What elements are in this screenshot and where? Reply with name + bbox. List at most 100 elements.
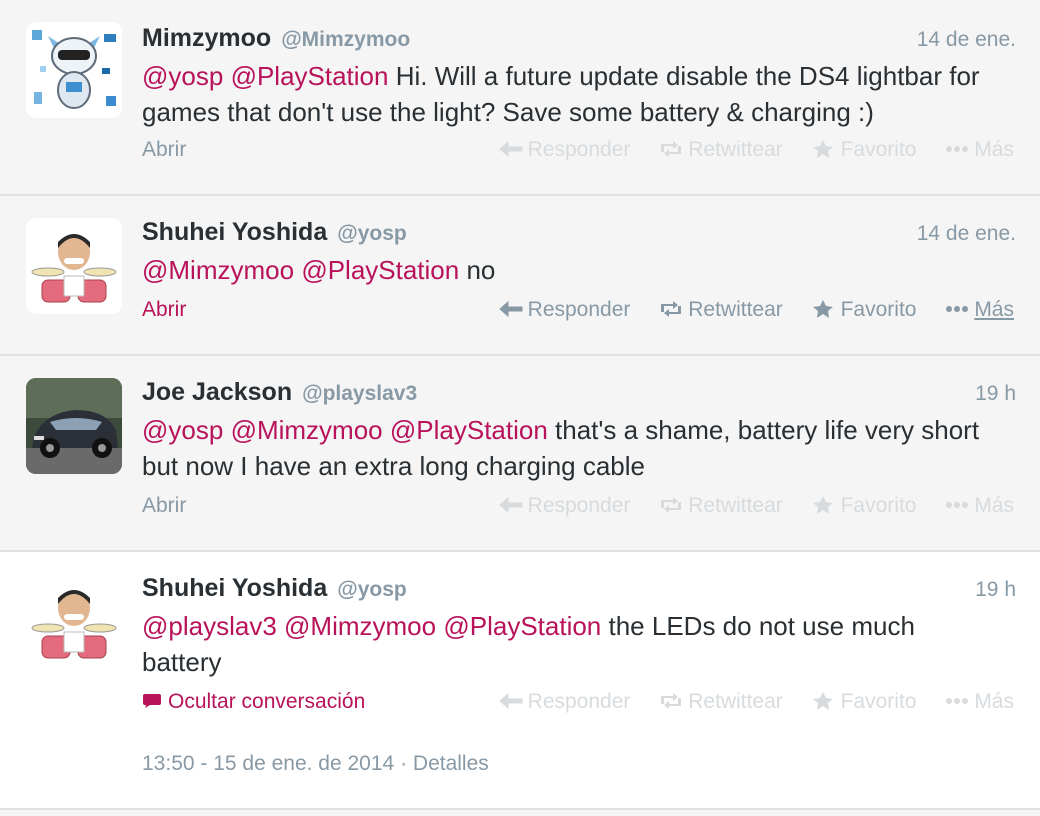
avatar-image [26,22,122,118]
more-dots-icon [946,502,969,508]
tweet-time[interactable]: 19 h [975,382,1016,406]
mention-link[interactable]: @Mimzymoo [231,415,383,445]
more-label: Más [974,494,1014,517]
mention-link[interactable]: @Mimzymoo [142,255,294,285]
author-fullname[interactable]: Joe Jackson [142,378,292,406]
author-fullname[interactable]: Shuhei Yoshida [142,218,327,246]
reply-icon [498,496,523,514]
timeline: Mimzymoo @Mimzymoo 14 de ene. @yosp @Play… [0,0,1040,816]
tweet-actions: Responder Retwittear Favorito Más [476,690,1014,714]
avatar-image [26,218,122,314]
favorite-button[interactable]: Favorito [811,138,916,162]
tweet-footer: Abrir Responder Retwittear Favorito Más [142,138,1014,168]
reply-label: Responder [527,494,631,517]
open-link[interactable]: Abrir [142,298,186,322]
reply-label: Responder [527,690,631,713]
retweet-button[interactable]: Retwittear [658,138,783,162]
star-icon [812,300,833,318]
tweet-time[interactable]: 14 de ene. [917,28,1016,52]
hide-conversation-link[interactable]: Ocultar conversación [142,690,365,714]
reply-button[interactable]: Responder [498,138,631,162]
hide-conversation-label: Ocultar conversación [168,690,366,713]
retweet-icon [661,693,682,709]
more-button[interactable]: Más [944,298,1014,322]
more-button[interactable]: Más [944,494,1014,518]
tweet-header: Shuhei Yoshida @yosp 14 de ene. [142,218,1016,254]
more-label: Más [974,690,1014,713]
mention-link[interactable]: @PlayStation [231,61,389,91]
more-dots-icon [946,146,969,152]
reply-button[interactable]: Responder [498,298,630,322]
tweet-actions: Responder Retwittear Favorito Más [476,494,1014,518]
author-username[interactable]: @playslav3 [302,382,417,405]
mention-link[interactable]: @PlayStation [443,611,601,641]
avatar[interactable] [26,22,122,118]
tweet-meta: 13:50 - 15 de ene. de 2014 · Detalles [142,752,489,776]
avatar[interactable] [26,378,122,474]
more-label: Más [974,298,1014,321]
avatar[interactable] [26,218,122,314]
avatar[interactable] [26,574,122,670]
favorite-label: Favorito [840,494,917,517]
author-fullname[interactable]: Mimzymoo [142,24,271,52]
avatar-image [26,574,122,670]
tweet-header: Shuhei Yoshida @yosp 19 h [142,574,1016,610]
open-link[interactable]: Abrir [142,494,186,518]
author-username[interactable]: @Mimzymoo [281,28,410,51]
mention-link[interactable]: @PlayStation [301,255,459,285]
retweet-button[interactable]: Retwittear [658,298,783,322]
tweet-text: @Mimzymoo @PlayStation no [142,252,1000,288]
author-fullname[interactable]: Shuhei Yoshida [142,574,327,602]
star-icon [812,140,833,158]
more-dots-icon [946,698,969,704]
reply-icon [498,692,523,710]
open-link[interactable]: Abrir [142,138,186,162]
reply-label: Responder [527,138,631,161]
retweet-label: Retwittear [688,138,783,161]
tweet[interactable]: Mimzymoo @Mimzymoo 14 de ene. @yosp @Play… [0,0,1040,196]
retweet-label: Retwittear [688,690,783,713]
mention-link[interactable]: @PlayStation [390,415,548,445]
author-name[interactable]: Joe Jackson @playslav3 [142,378,417,407]
reply-button[interactable]: Responder [498,690,631,714]
tweet-text: @playslav3 @Mimzymoo @PlayStation the LE… [142,608,1000,680]
retweet-button[interactable]: Retwittear [658,690,783,714]
mention-link[interactable]: @yosp [142,61,223,91]
tweet-timestamp[interactable]: 13:50 - 15 de ene. de 2014 [142,752,394,775]
tweet-header: Joe Jackson @playslav3 19 h [142,378,1016,414]
details-link[interactable]: Detalles [413,752,489,775]
tweet-time[interactable]: 19 h [975,578,1016,602]
more-button[interactable]: Más [944,138,1014,162]
author-name[interactable]: Mimzymoo @Mimzymoo [142,24,410,53]
tweet[interactable]: Shuhei Yoshida @yosp 14 de ene. @Mimzymoo… [0,196,1040,356]
author-username[interactable]: @yosp [337,578,407,601]
reply-button[interactable]: Responder [498,494,631,518]
mention-link[interactable]: @Mimzymoo [284,611,436,641]
retweet-button[interactable]: Retwittear [658,494,783,518]
reply-icon [498,140,523,158]
star-icon [812,496,833,514]
tweet-footer: Abrir Responder Retwittear Favorito Más [142,494,1014,524]
favorite-label: Favorito [840,690,917,713]
more-label: Más [974,138,1014,161]
tweet-time[interactable]: 14 de ene. [917,222,1016,246]
meta-separator: · [400,752,408,775]
tweet-footer: Ocultar conversación Responder Retwittea… [142,690,1014,720]
retweet-label: Retwittear [688,494,783,517]
favorite-button[interactable]: Favorito [811,690,917,714]
favorite-button[interactable]: Favorito [811,298,916,322]
retweet-icon [661,301,682,317]
retweet-icon [661,497,682,513]
reply-icon [498,300,523,318]
author-name[interactable]: Shuhei Yoshida @yosp [142,574,407,603]
more-button[interactable]: Más [944,690,1014,714]
star-icon [812,692,833,710]
author-name[interactable]: Shuhei Yoshida @yosp [142,218,407,247]
mention-link[interactable]: @playslav3 [142,611,277,641]
favorite-button[interactable]: Favorito [811,494,917,518]
mention-link[interactable]: @yosp [142,415,223,445]
tweet[interactable]: Joe Jackson @playslav3 19 h @yosp @Mimzym… [0,356,1040,552]
tweet-footer: Abrir Responder Retwittear Favorito Más [142,298,1014,328]
author-username[interactable]: @yosp [337,222,407,245]
speech-bubble-icon [143,694,161,708]
